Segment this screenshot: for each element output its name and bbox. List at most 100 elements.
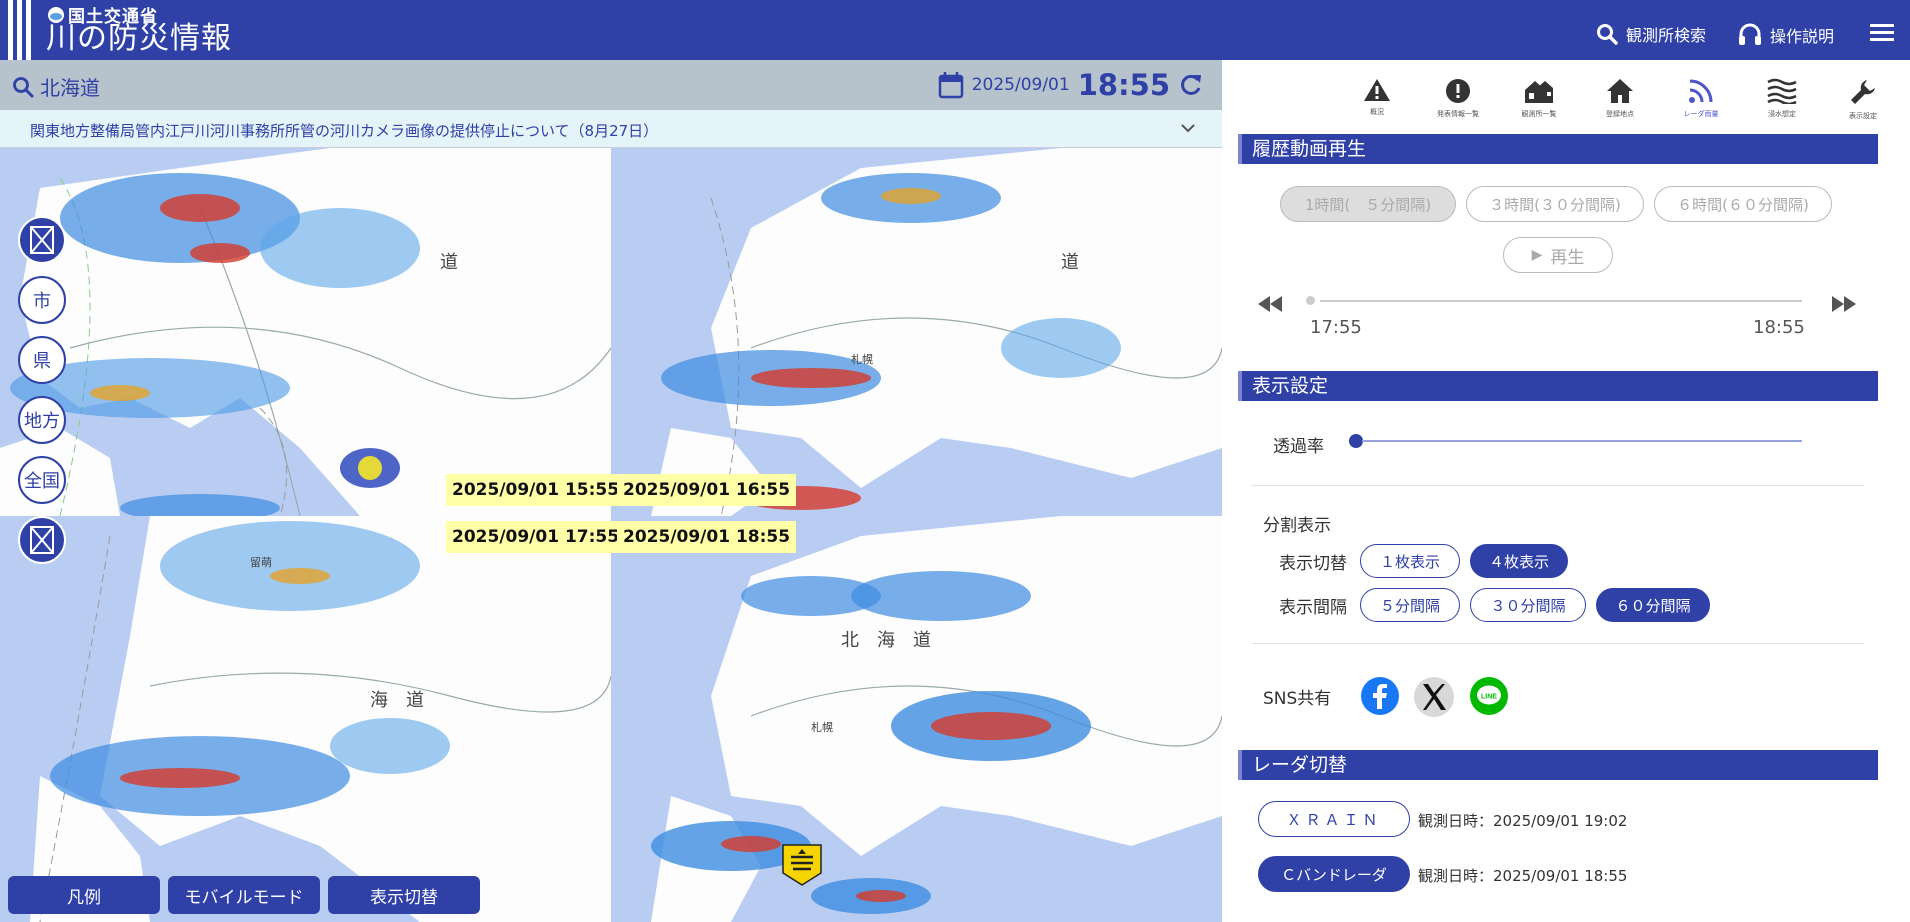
announcements-tab[interactable]: 発表情報一覧: [1423, 78, 1493, 119]
fast-forward-icon[interactable]: [1830, 296, 1856, 312]
help-label: 操作説明: [1770, 27, 1835, 46]
single-view-button[interactable]: １枚表示: [1360, 544, 1460, 578]
hamburger-menu-icon[interactable]: [1870, 24, 1894, 42]
playback-start-time: 17:55: [1310, 317, 1362, 338]
flood-icon: [1767, 78, 1797, 106]
hide-layer-button[interactable]: [18, 216, 66, 264]
stations-tab[interactable]: 観測所一覧: [1504, 78, 1574, 119]
tab-label: 登録地点: [1606, 110, 1634, 118]
history-1h-option[interactable]: 1時間( ５分間隔): [1280, 186, 1456, 222]
scale-nation-button[interactable]: 全国: [18, 456, 66, 504]
display-section-header: 表示設定: [1238, 371, 1878, 401]
crossed-box-icon: [30, 526, 54, 554]
control-panel: 概況 発表情報一覧 観測所一覧 登録地点 レーダ雨量 浸水想定 表示設定 履歴動…: [1222, 60, 1910, 922]
tab-label: 観測所一覧: [1521, 110, 1557, 118]
timestamp-label: 2025/09/01 18:55: [617, 521, 797, 553]
svg-text:道: 道: [440, 252, 458, 273]
playback-slider-handle[interactable]: [1306, 296, 1315, 305]
divider: [1252, 643, 1864, 644]
calendar-icon[interactable]: [938, 71, 964, 99]
split-display-label: 分割表示: [1263, 516, 1331, 536]
station-search-link[interactable]: 観測所検索: [1596, 22, 1706, 46]
radar-map[interactable]: 道 札幌 道 海 道 留萌 札幌 北 海 道 2025/09/01 15:55 …: [0, 148, 1222, 922]
location-search[interactable]: 北海道: [12, 72, 100, 101]
divider: [1252, 485, 1864, 486]
houses-icon: [1525, 81, 1553, 103]
opacity-slider-track[interactable]: [1362, 440, 1802, 442]
site-title[interactable]: 川の防災情報: [46, 22, 232, 56]
station-search-label: 観測所検索: [1626, 26, 1707, 45]
playback-end-time: 18:55: [1753, 317, 1805, 338]
map-tile-4[interactable]: 札幌 北 海 道: [611, 516, 1222, 922]
history-section-header: 履歴動画再生: [1238, 134, 1878, 164]
playback-slider-track[interactable]: [1320, 300, 1802, 302]
interval-5min-button[interactable]: ５分間隔: [1360, 588, 1460, 622]
rewind-icon[interactable]: [1258, 296, 1284, 312]
play-button[interactable]: ▶ 再生: [1503, 237, 1613, 273]
facebook-icon[interactable]: [1360, 676, 1400, 716]
notice-bar[interactable]: 関東地方整備局管内江戸川河川事務所所管の河川カメラ画像の提供停止について（8月2…: [0, 110, 1222, 148]
tab-label: 概況: [1370, 108, 1384, 116]
radar-tab[interactable]: レーダ雨量: [1666, 78, 1736, 119]
overview-tab[interactable]: 概況: [1342, 78, 1412, 117]
chevron-down-icon[interactable]: [1180, 120, 1196, 136]
tab-label: レーダ雨量: [1683, 110, 1719, 118]
scale-region-button[interactable]: 地方: [18, 396, 66, 444]
map-tile-3[interactable]: 海 道 留萌: [0, 516, 611, 922]
svg-text:札幌: 札幌: [851, 352, 873, 366]
hide-layer-button-2[interactable]: [18, 516, 66, 564]
timestamp-label: 2025/09/01 17:55: [446, 521, 626, 553]
scale-city-button[interactable]: 市: [18, 276, 66, 324]
interval-60min-button[interactable]: ６０分間隔: [1596, 588, 1710, 622]
sns-share-label: SNS共有: [1263, 689, 1332, 709]
svg-text:札幌: 札幌: [811, 720, 833, 734]
xrain-observation-time: 観測日時：2025/09/01 19:02: [1418, 812, 1628, 830]
flood-tab[interactable]: 浸水想定: [1747, 78, 1817, 119]
logo-stripes: [8, 0, 34, 60]
registered-tab[interactable]: 登録地点: [1585, 78, 1655, 119]
opacity-slider-handle[interactable]: [1349, 434, 1363, 448]
app-header: 国土交通省 川の防災情報 観測所検索 操作説明: [0, 0, 1910, 60]
line-icon[interactable]: LINE: [1469, 676, 1509, 716]
display-switch-button[interactable]: 表示切替: [328, 876, 480, 914]
svg-text:北 海 道: 北 海 道: [841, 630, 931, 651]
settings-tab[interactable]: 表示設定: [1828, 78, 1898, 121]
play-label: 再生: [1550, 247, 1585, 268]
scale-prefecture-button[interactable]: 県: [18, 336, 66, 384]
function-icon-bar: 概況 発表情報一覧 観測所一覧 登録地点 レーダ雨量 浸水想定 表示設定: [1222, 60, 1910, 130]
tab-label: 浸水想定: [1768, 110, 1796, 118]
x-icon[interactable]: [1413, 676, 1455, 718]
location-bar: 北海道 2025/09/01 18:55: [0, 60, 1222, 110]
xrain-button[interactable]: ＸＲＡＩＮ: [1258, 801, 1410, 837]
mobile-mode-button[interactable]: モバイルモード: [168, 876, 320, 914]
alert-circle-icon: [1446, 79, 1470, 103]
map-panel: 北海道 2025/09/01 18:55 関東地方整備局管内江戸川河川事務所所管…: [0, 60, 1222, 922]
cband-observation-time: 観測日時：2025/09/01 18:55: [1418, 867, 1628, 885]
radar-section-header: レーダ切替: [1238, 750, 1878, 780]
svg-text:留萌: 留萌: [250, 555, 272, 569]
notice-text[interactable]: 関東地方整備局管内江戸川河川事務所所管の河川カメラ画像の提供停止について（8月2…: [30, 120, 658, 141]
map-tile-1[interactable]: 道: [0, 148, 611, 516]
history-6h-option[interactable]: ６時間(６０分間隔): [1654, 186, 1832, 222]
svg-text:道: 道: [1061, 252, 1079, 273]
quad-view-button[interactable]: ４枚表示: [1470, 544, 1568, 578]
history-3h-option[interactable]: ３時間(３０分間隔): [1466, 186, 1644, 222]
location-name: 北海道: [40, 76, 100, 100]
legend-button[interactable]: 凡例: [8, 876, 160, 914]
opacity-label: 透過率: [1273, 437, 1324, 457]
svg-text:LINE: LINE: [1481, 694, 1497, 701]
wrench-icon: [1851, 80, 1875, 104]
interval-30min-button[interactable]: ３０分間隔: [1470, 588, 1586, 622]
help-link[interactable]: 操作説明: [1738, 22, 1834, 48]
tab-label: 発表情報一覧: [1437, 110, 1479, 118]
timestamp-label: 2025/09/01 15:55: [446, 474, 626, 506]
map-tile-2[interactable]: 札幌 道: [611, 148, 1222, 516]
refresh-icon[interactable]: [1178, 72, 1204, 98]
search-icon: [13, 76, 34, 97]
tab-label: 表示設定: [1849, 112, 1877, 120]
cband-radar-button[interactable]: Ｃバンドレーダ: [1258, 856, 1410, 892]
warning-marker-icon[interactable]: [781, 843, 823, 887]
timestamp-label: 2025/09/01 16:55: [617, 474, 797, 506]
headset-icon: [1739, 23, 1761, 45]
crossed-box-icon: [30, 226, 54, 254]
